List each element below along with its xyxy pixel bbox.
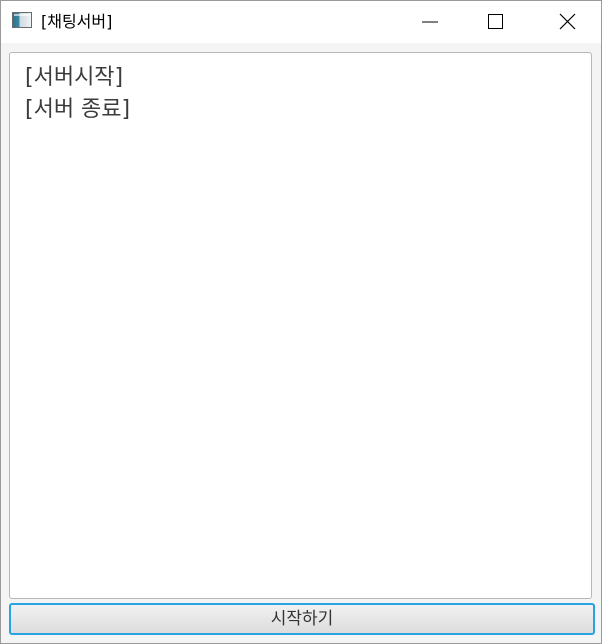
app-window-icon bbox=[12, 12, 32, 28]
log-line: [서버 종료] bbox=[25, 97, 131, 122]
close-button[interactable] bbox=[545, 1, 591, 43]
title-bar[interactable]: [채팅서버] bbox=[1, 1, 601, 43]
maximize-icon bbox=[488, 14, 503, 29]
log-text-area[interactable]: [서버시작] [서버 종료] bbox=[9, 52, 592, 599]
minimize-icon bbox=[422, 21, 438, 23]
window-title: [채팅서버] bbox=[41, 12, 113, 31]
app-window: [채팅서버] [서버시작] [서버 종료] 시작하기 bbox=[0, 0, 602, 644]
close-icon bbox=[559, 13, 576, 30]
maximize-button[interactable] bbox=[473, 1, 519, 43]
start-button[interactable]: 시작하기 bbox=[9, 603, 595, 635]
log-line: [서버시작] bbox=[25, 65, 124, 90]
minimize-button[interactable] bbox=[408, 1, 454, 43]
